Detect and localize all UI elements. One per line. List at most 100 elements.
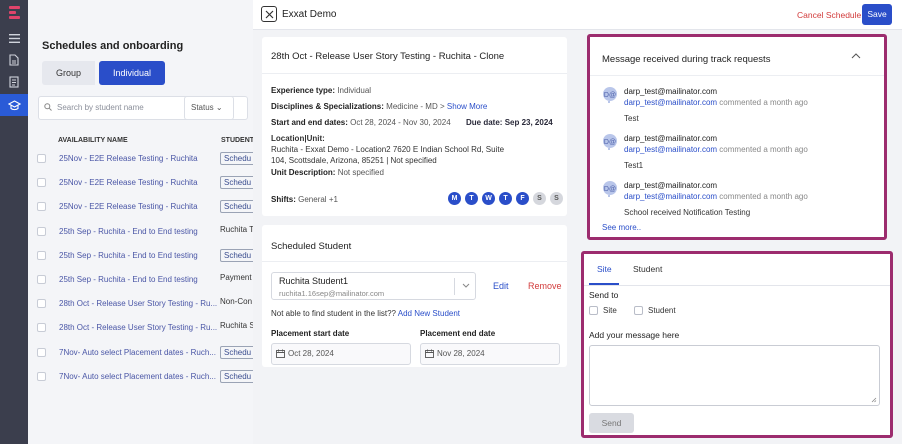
messages-title: Message received during track requests <box>602 54 771 65</box>
table-row[interactable]: 25Nov - E2E Release Testing - Ruchita Sch… <box>28 195 256 219</box>
view-toggle: Group Individual <box>42 61 166 85</box>
row-checkbox[interactable] <box>37 275 46 284</box>
table-row[interactable]: 25Nov - E2E Release Testing - Ruchita Sch… <box>28 147 256 171</box>
shifts-extra-count[interactable]: +1 <box>329 195 338 204</box>
comment-avatar-icon: D@ <box>603 87 617 103</box>
placement-start-input[interactable]: Oct 28, 2024 <box>271 343 411 365</box>
row-checkbox[interactable] <box>37 347 46 357</box>
weekday-indicators: MTWTFSS <box>448 192 563 205</box>
table-row[interactable]: 7Nov- Auto select Placement dates - Ruch… <box>28 341 256 365</box>
availability-name[interactable]: 25th Sep - Ruchita - End to End testing <box>59 275 198 284</box>
message-label: Add your message here <box>589 330 680 340</box>
resize-grip-icon[interactable] <box>871 397 877 403</box>
site-checkbox[interactable]: Site <box>589 306 617 315</box>
row-checkbox[interactable] <box>37 154 46 163</box>
tab-site[interactable]: Site <box>597 264 612 274</box>
track-request-messages-panel: Message received during track requests D… <box>587 34 887 240</box>
student-name: Ruchita Student1 <box>279 276 349 286</box>
commenter-line: darp_test@mailinator.com commented a mon… <box>624 98 808 107</box>
recipient-tabs: Site Student <box>584 254 890 286</box>
table-row[interactable]: 25th Sep - Ruchita - End to End testing S… <box>28 244 256 268</box>
placement-end-value: Nov 28, 2024 <box>437 349 485 358</box>
comment-avatar-icon: D@ <box>603 181 617 197</box>
table-row[interactable]: 28th Oct - Release User Story Testing - … <box>28 292 254 316</box>
student-checkbox[interactable]: Student <box>634 306 676 315</box>
document-icon[interactable] <box>6 52 22 68</box>
sender-email: darp_test@mailinator.com <box>624 181 718 190</box>
start-end-dates: Start and end dates: Oct 28, 2024 - Nov … <box>271 118 451 127</box>
menu-icon[interactable] <box>6 30 22 46</box>
table-row[interactable]: 25th Sep - Ruchita - End to End testing P… <box>28 268 254 292</box>
due-date: Due date: Sep 23, 2024 <box>466 118 553 127</box>
close-button[interactable] <box>261 6 277 22</box>
commenter-email: darp_test@mailinator.com <box>624 192 718 201</box>
scheduled-student-card: Scheduled Student Ruchita Student1 ruchi… <box>262 225 567 367</box>
add-new-student-link[interactable]: Add New Student <box>398 309 460 318</box>
shifts: Shifts: General +1 <box>271 195 338 204</box>
chevron-up-icon[interactable] <box>851 53 861 59</box>
close-icon <box>265 10 273 18</box>
location-label: Location|Unit: <box>271 134 325 143</box>
table-row[interactable]: 7Nov- Auto select Placement dates - Ruch… <box>28 365 256 389</box>
weekday-indicator: S <box>550 192 563 205</box>
availability-details-card: 28th Oct - Release User Story Testing - … <box>262 37 567 216</box>
shifts-label: Shifts: <box>271 195 296 204</box>
comment-time: commented a month ago <box>719 192 808 201</box>
student-status: Schedu <box>220 176 256 190</box>
scheduled-student-title: Scheduled Student <box>271 241 352 252</box>
remove-student-button[interactable]: Remove <box>528 281 562 291</box>
graduation-cap-icon[interactable] <box>0 94 28 116</box>
row-checkbox[interactable] <box>37 250 46 260</box>
row-checkbox[interactable] <box>37 371 46 381</box>
edit-student-button[interactable]: Edit <box>493 281 509 291</box>
commenter-email: darp_test@mailinator.com <box>624 98 718 107</box>
availability-name[interactable]: 28th Oct - Release User Story Testing - … <box>59 323 217 332</box>
see-more-link[interactable]: See more.. <box>602 223 641 232</box>
availability-name[interactable]: 25th Sep - Ruchita - End to End testing <box>59 251 198 260</box>
availability-name[interactable]: 28th Oct - Release User Story Testing - … <box>59 299 217 308</box>
table-row[interactable]: 25Nov - E2E Release Testing - Ruchita Sch… <box>28 171 256 195</box>
availability-name[interactable]: 25Nov - E2E Release Testing - Ruchita <box>59 178 198 187</box>
exxat-logo[interactable] <box>9 6 20 20</box>
notes-icon[interactable] <box>6 74 22 90</box>
message-textarea[interactable] <box>589 345 880 406</box>
availability-name[interactable]: 25Nov - E2E Release Testing - Ruchita <box>59 202 198 211</box>
show-more-link[interactable]: Show More <box>447 102 487 111</box>
student-select[interactable]: Ruchita Student1 ruchita1.16sep@mailinat… <box>271 272 476 300</box>
search-placeholder: Search by student name <box>57 103 144 112</box>
tab-student[interactable]: Student <box>633 264 662 274</box>
placement-start-label: Placement start date <box>271 329 350 338</box>
row-checkbox[interactable] <box>37 323 46 333</box>
comment-time: commented a month ago <box>719 98 808 107</box>
table-row[interactable]: 28th Oct - Release User Story Testing - … <box>28 316 255 340</box>
page-title: Schedules and onboarding <box>42 40 184 52</box>
segment-individual[interactable]: Individual <box>99 61 166 85</box>
cancel-schedule-button[interactable]: Cancel Schedule <box>797 10 861 20</box>
student-status: Ruchita S <box>220 321 255 331</box>
availability-name[interactable]: 7Nov- Auto select Placement dates - Ruch… <box>59 348 216 357</box>
calendar-icon <box>425 349 434 358</box>
placement-end-input[interactable]: Nov 28, 2024 <box>420 343 560 365</box>
row-checkbox[interactable] <box>37 202 46 212</box>
save-button[interactable]: Save <box>862 4 892 25</box>
not-found-text: Not able to find student in the list?? <box>271 309 396 318</box>
student-status: Schedu <box>220 200 256 214</box>
status-filter[interactable]: Status ⌄ <box>184 96 234 120</box>
availability-name[interactable]: 7Nov- Auto select Placement dates - Ruch… <box>59 372 216 381</box>
message-body: Test1 <box>624 161 644 170</box>
availability-name[interactable]: 25Nov - E2E Release Testing - Ruchita <box>59 154 198 163</box>
commenter-line: darp_test@mailinator.com commented a mon… <box>624 145 808 154</box>
table-row[interactable]: 25th Sep - Ruchita - End to End testing R… <box>28 220 254 244</box>
send-button[interactable]: Send <box>589 413 634 433</box>
row-checkbox[interactable] <box>37 178 46 188</box>
shifts-value: General <box>298 195 327 204</box>
sender-email: darp_test@mailinator.com <box>624 87 718 96</box>
left-rail <box>0 0 28 444</box>
schedule-modal: Exxat Demo Cancel Schedule Save 28th Oct… <box>253 0 902 444</box>
placement-end-label: Placement end date <box>420 329 496 338</box>
segment-group[interactable]: Group <box>42 61 96 85</box>
student-status: Non-Con <box>220 297 253 307</box>
row-checkbox[interactable] <box>37 299 46 309</box>
row-checkbox[interactable] <box>37 226 46 236</box>
availability-name[interactable]: 25th Sep - Ruchita - End to End testing <box>59 227 198 236</box>
